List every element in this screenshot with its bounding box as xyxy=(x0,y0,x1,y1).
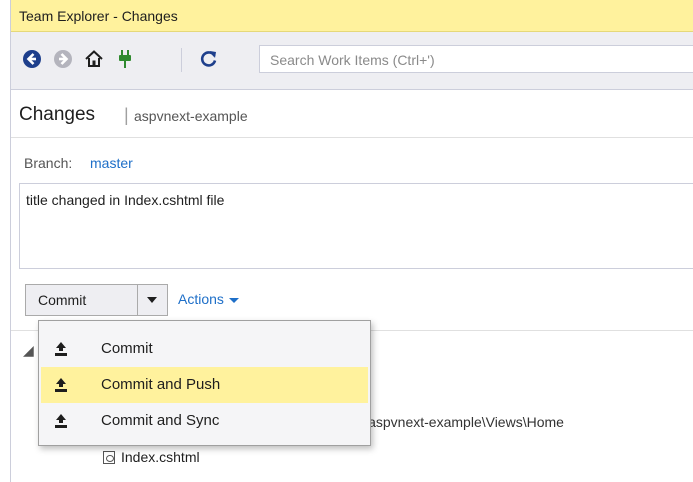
actions-label: Actions xyxy=(178,291,224,307)
commit-dropdown-menu: Commit Commit and Push Commit and Sync xyxy=(38,320,371,446)
menu-item-commit[interactable]: Commit xyxy=(41,331,368,367)
page-header: Changes | aspvnext-example xyxy=(11,90,693,138)
upload-icon xyxy=(55,342,67,356)
menu-item-label: Commit and Push xyxy=(101,376,221,393)
changed-file-name: Index.cshtml xyxy=(121,449,200,465)
chevron-down-icon xyxy=(147,297,157,303)
commit-button[interactable]: Commit xyxy=(26,285,138,315)
toolbar-separator xyxy=(181,48,182,72)
connect-icon[interactable] xyxy=(114,48,136,70)
title-bar: Team Explorer - Changes xyxy=(11,0,693,32)
commit-message-text: title changed in Index.cshtml file xyxy=(26,192,225,208)
team-explorer-window: Team Explorer - Changes Search Work Item… xyxy=(10,0,693,482)
menu-item-commit-and-push[interactable]: Commit and Push xyxy=(41,367,368,403)
commit-button-label: Commit xyxy=(38,292,87,308)
branch-label: Branch: xyxy=(24,155,73,171)
window-title: Team Explorer - Changes xyxy=(19,8,178,24)
refresh-icon[interactable] xyxy=(198,48,220,70)
commit-message-input[interactable]: title changed in Index.cshtml file xyxy=(19,183,693,269)
commit-split-button: Commit xyxy=(25,284,168,316)
menu-item-label: Commit xyxy=(101,340,153,357)
search-placeholder: Search Work Items (Ctrl+') xyxy=(270,52,435,68)
menu-item-label: Commit and Sync xyxy=(101,412,220,429)
search-work-items-input[interactable]: Search Work Items (Ctrl+') xyxy=(259,45,693,73)
branch-link[interactable]: master xyxy=(90,155,133,171)
forward-icon[interactable] xyxy=(52,48,74,70)
chevron-down-icon xyxy=(228,297,239,303)
home-icon[interactable] xyxy=(83,48,105,70)
commit-dropdown-toggle[interactable] xyxy=(137,285,167,315)
title-separator: | xyxy=(124,105,129,125)
changes-folder-path[interactable]: \jjj\aspvnext-example\Views\Home xyxy=(351,414,564,430)
menu-item-commit-and-sync[interactable]: Commit and Sync xyxy=(41,403,368,439)
collapse-arrow-icon[interactable]: ◢ xyxy=(23,342,34,359)
toolbar: Search Work Items (Ctrl+') xyxy=(11,32,693,90)
upload-icon xyxy=(55,378,67,392)
actions-menu-link[interactable]: Actions xyxy=(178,291,239,307)
file-icon xyxy=(103,451,115,464)
repository-name: aspvnext-example xyxy=(134,108,248,124)
back-icon[interactable] xyxy=(21,48,43,70)
page-title[interactable]: Changes xyxy=(19,104,95,126)
upload-icon xyxy=(55,414,67,428)
